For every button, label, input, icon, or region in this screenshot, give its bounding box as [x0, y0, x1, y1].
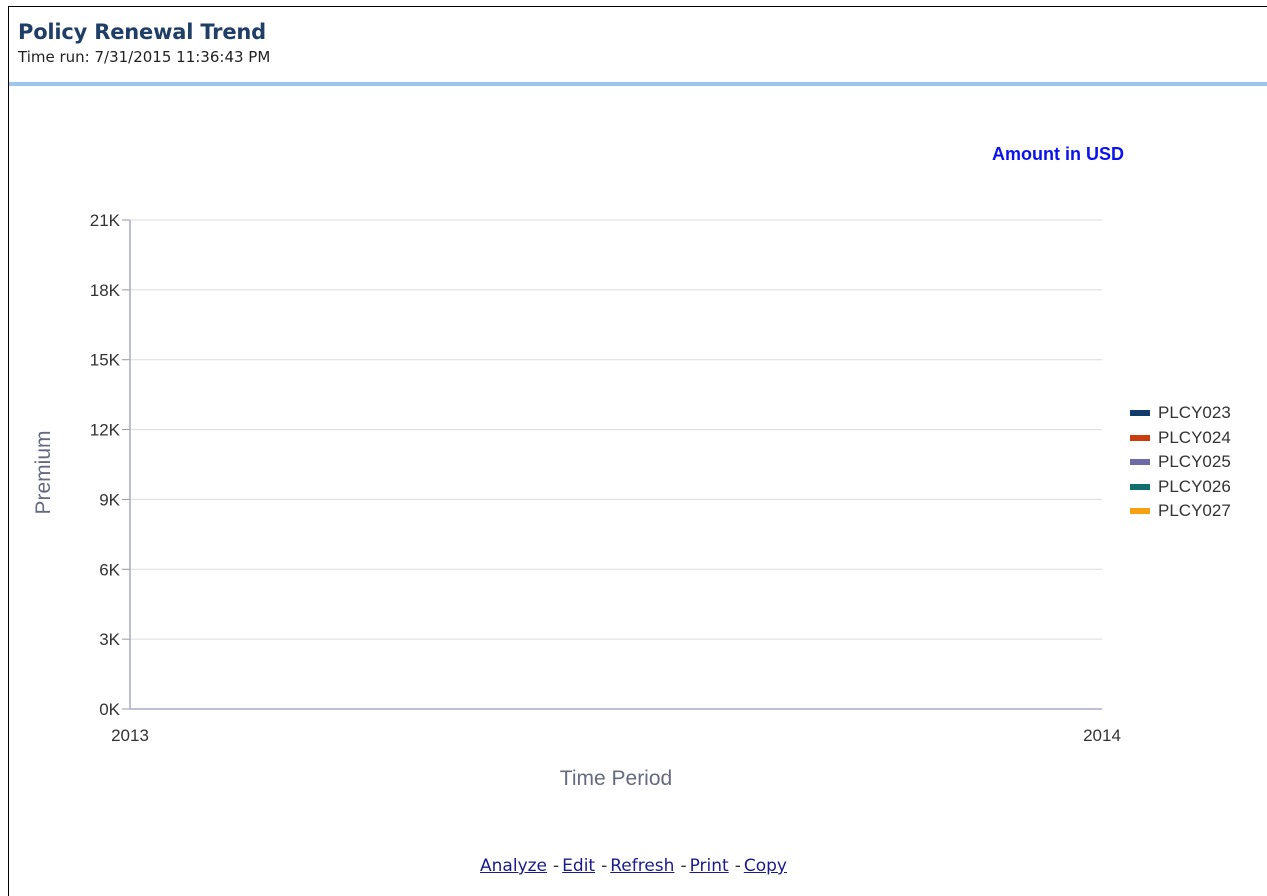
legend-label: PLCY025 [1158, 452, 1231, 472]
x-axis-title: Time Period [560, 767, 672, 790]
y-tick-label: 15K [90, 351, 121, 370]
legend-label: PLCY023 [1158, 403, 1231, 423]
legend-swatch [1130, 508, 1150, 515]
y-tick-label: 21K [90, 211, 121, 230]
x-tick-label: 2014 [1083, 726, 1121, 745]
footer-links: Analyze - Edit - Refresh - Print - Copy [0, 856, 1267, 876]
refresh-link[interactable]: Refresh [610, 856, 674, 876]
y-tick-label: 9K [99, 490, 120, 509]
chart-legend: PLCY023 PLCY024 PLCY025 PLCY026 PLCY027 [1130, 401, 1231, 524]
legend-item: PLCY025 [1130, 450, 1231, 475]
legend-item: PLCY023 [1130, 401, 1231, 426]
analyze-link[interactable]: Analyze [480, 856, 547, 876]
line-chart: 0K 3K 6K 9K 12K 15K 18K 21K 2013 2014 Time Period P… [32, 211, 1121, 790]
y-tick-label: 18K [90, 281, 121, 300]
y-tick-label: 0K [99, 700, 120, 719]
legend-swatch [1130, 459, 1150, 466]
y-tick-label: 3K [99, 630, 120, 649]
footer-separator: - [553, 856, 560, 876]
footer-separator: - [680, 856, 687, 876]
edit-link[interactable]: Edit [562, 856, 595, 876]
footer-separator: - [734, 856, 741, 876]
legend-label: PLCY024 [1158, 427, 1231, 447]
legend-item: PLCY026 [1130, 475, 1231, 500]
legend-swatch [1130, 410, 1150, 417]
y-tick-label: 12K [90, 421, 121, 440]
y-tick-label: 6K [99, 560, 120, 579]
print-link[interactable]: Print [690, 856, 729, 876]
legend-item: PLCY027 [1130, 499, 1231, 524]
axes [122, 219, 1102, 710]
series-lines [130, 274, 1102, 708]
footer-separator: - [601, 856, 608, 876]
y-axis-title: Premium [32, 430, 55, 514]
legend-item: PLCY024 [1130, 426, 1231, 451]
legend-label: PLCY026 [1158, 476, 1231, 496]
x-tick-label: 2013 [111, 726, 149, 745]
gridlines [130, 219, 1102, 640]
legend-swatch [1130, 434, 1150, 441]
legend-swatch [1130, 483, 1150, 490]
copy-link[interactable]: Copy [744, 856, 787, 876]
legend-label: PLCY027 [1158, 501, 1231, 521]
